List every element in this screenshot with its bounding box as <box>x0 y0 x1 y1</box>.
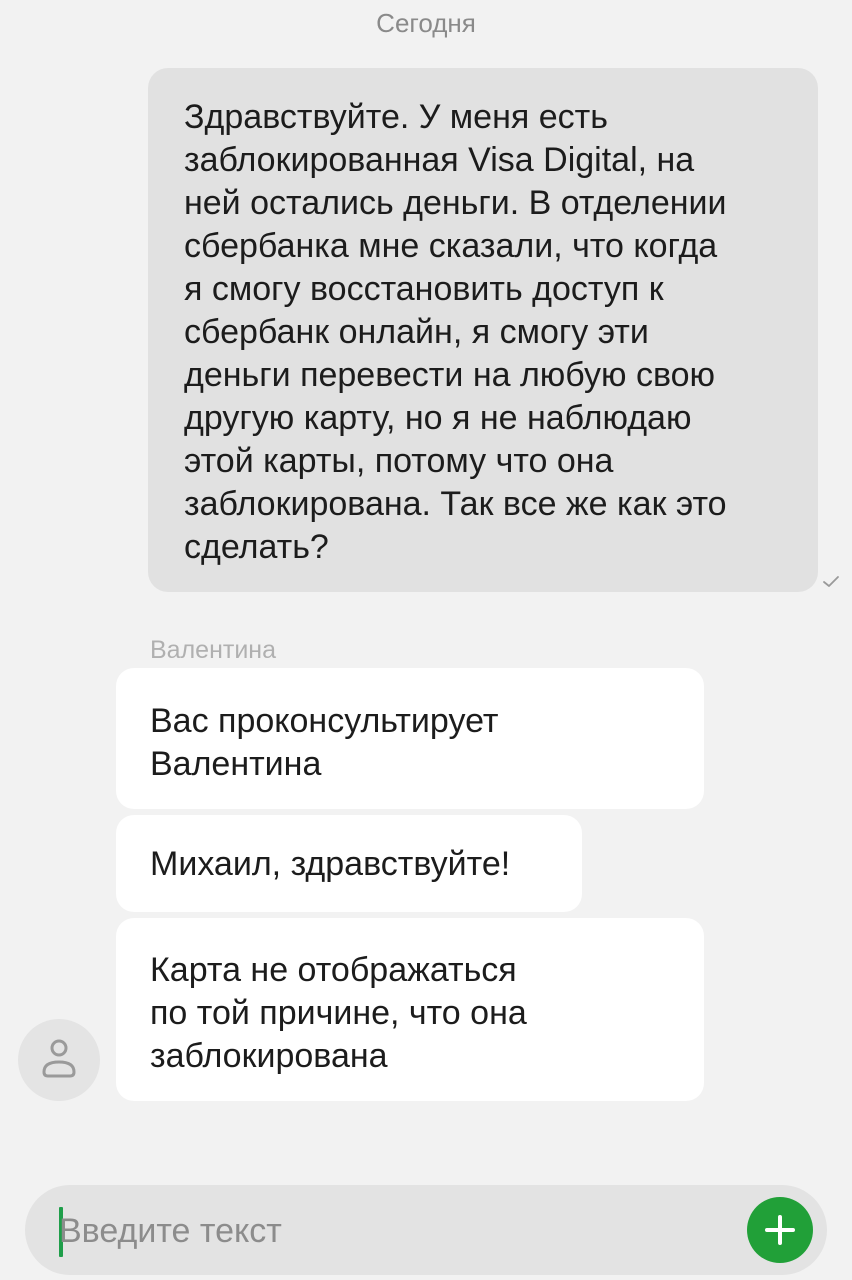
message-line: другую карту, но я не наблюдаю <box>184 399 692 437</box>
plus-icon <box>765 1215 795 1245</box>
operator-name: Валентина <box>150 636 277 664</box>
incoming-message-bubble[interactable]: Карта не отображаться по той причине, чт… <box>116 918 704 1101</box>
message-line: по той причине, что она <box>150 994 527 1032</box>
message-line: сбербанка мне сказали, что когда <box>184 227 718 265</box>
message-line: сделать? <box>184 528 329 566</box>
outgoing-message-bubble[interactable]: Здравствуйте. У меня есть заблокированна… <box>148 68 818 592</box>
message-line: заблокирована <box>150 1037 388 1075</box>
message-line: заблокирована. Так все же как это <box>184 485 727 523</box>
message-line: Михаил, здравствуйте! <box>150 845 511 883</box>
message-line: сбербанк онлайн, я смогу эти <box>184 313 649 351</box>
message-line: Вас проконсультирует <box>150 702 499 740</box>
message-line: Здравствуйте. У меня есть <box>184 98 608 136</box>
message-line: Валентина <box>150 745 322 783</box>
message-composer <box>25 1185 827 1275</box>
message-line: Карта не отображаться <box>150 951 517 989</box>
message-line: ней остались деньги. В отделении <box>184 184 727 222</box>
incoming-message-bubble[interactable]: Михаил, здравствуйте! <box>116 815 582 912</box>
date-separator: Сегодня <box>376 8 476 38</box>
message-line: я смогу восстановить доступ к <box>184 270 664 308</box>
message-line: этой карты, потому что она <box>184 442 614 480</box>
message-input[interactable] <box>59 1203 699 1259</box>
person-icon <box>42 1039 76 1078</box>
message-line: деньги перевести на любую свою <box>184 356 716 394</box>
operator-avatar[interactable] <box>18 1019 100 1101</box>
check-icon <box>823 576 839 587</box>
add-button[interactable] <box>747 1197 813 1263</box>
incoming-message-bubble[interactable]: Вас проконсультирует Валентина <box>116 668 704 809</box>
message-line: заблокированная Visa Digital, на <box>184 141 695 179</box>
